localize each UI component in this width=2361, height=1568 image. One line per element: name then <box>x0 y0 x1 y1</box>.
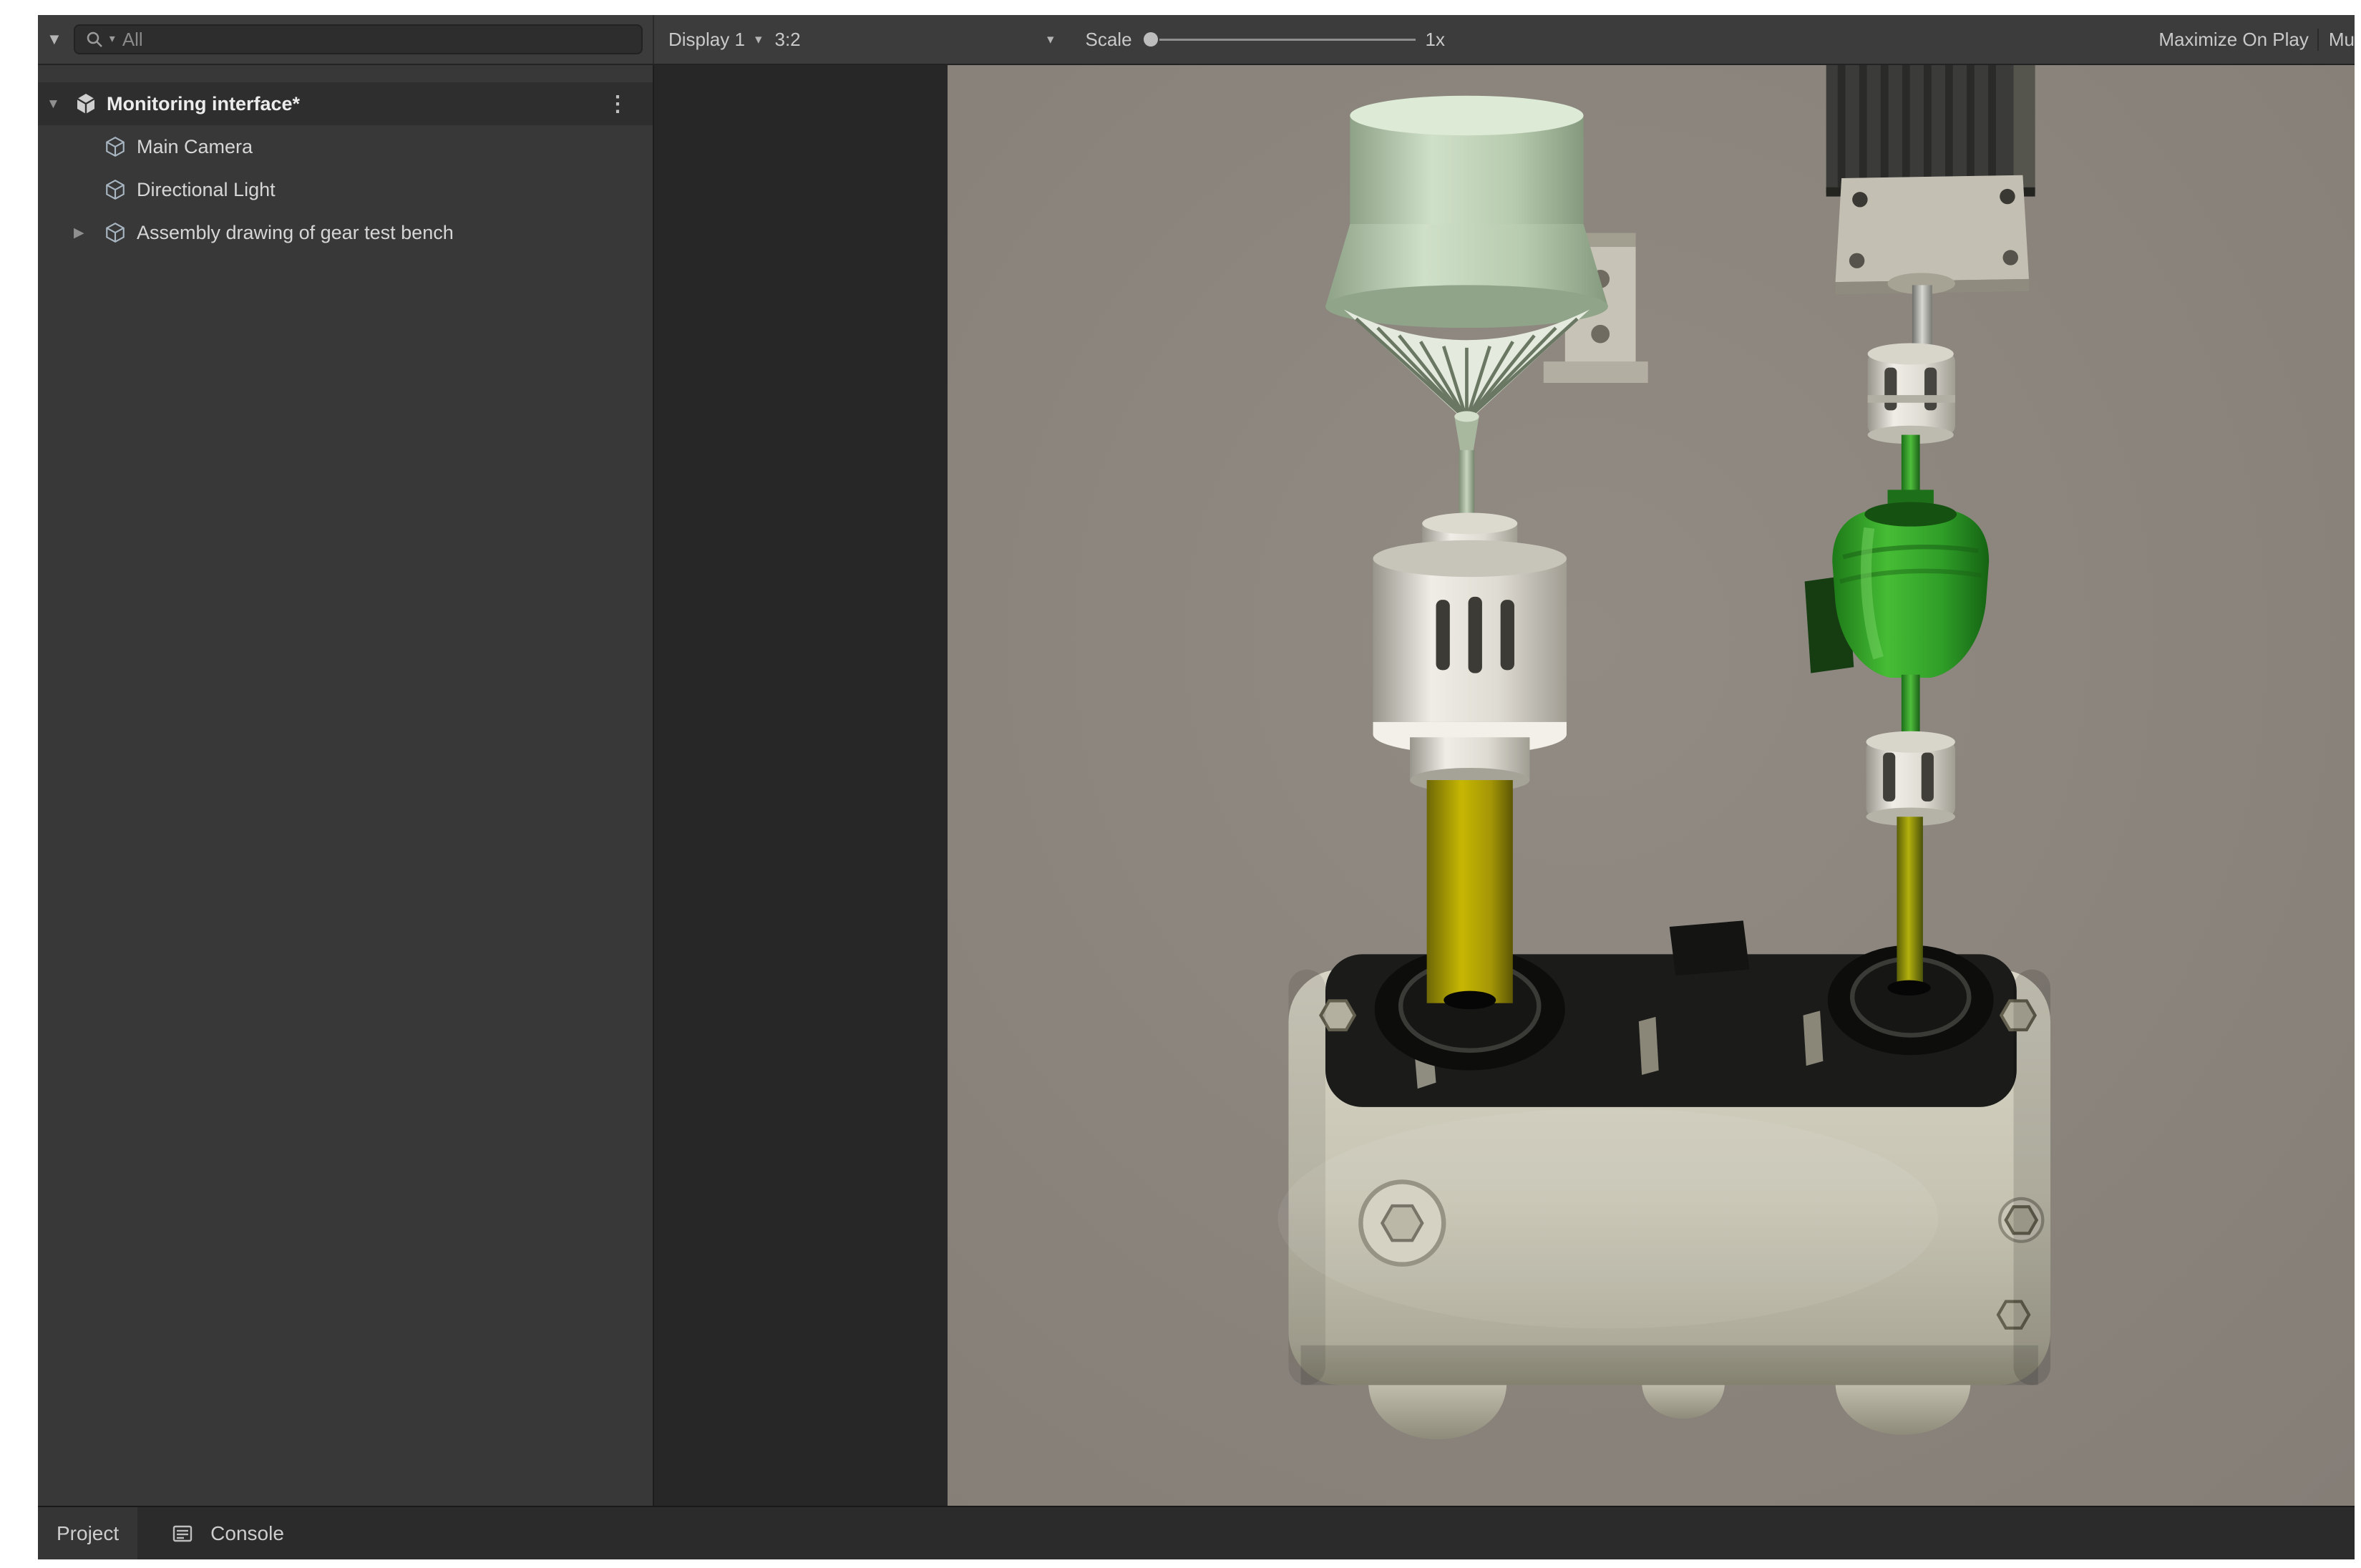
search-icon[interactable] <box>85 30 104 49</box>
main-area: ▼ Monitoring interface* ⋮ Mai <box>38 65 2355 1506</box>
hierarchy-item-label: Main Camera <box>137 136 253 158</box>
hierarchy-item-directional-light[interactable]: Directional Light <box>38 168 653 211</box>
aspect-ratio-dropdown[interactable]: 3:2 ▾ <box>774 29 1053 51</box>
tab-console-label: Console <box>210 1522 284 1545</box>
input-shaft-left <box>1427 780 1513 1009</box>
hierarchy-toolbar: ▼ ▾ <box>38 15 654 64</box>
scale-slider-knob[interactable] <box>1144 32 1158 47</box>
hierarchy-item-assembly[interactable]: ▶ Assembly drawing of gear test bench <box>38 211 653 254</box>
display-dropdown-label: Display 1 <box>668 29 745 51</box>
hierarchy-panel: ▼ Monitoring interface* ⋮ Mai <box>38 65 654 1506</box>
gearbox-housing <box>1277 920 2050 1439</box>
scale-slider-track[interactable] <box>1159 39 1416 41</box>
scale-label: Scale <box>1085 29 1131 51</box>
hierarchy-item-label: Assembly drawing of gear test bench <box>137 222 454 244</box>
display-dropdown[interactable]: Display 1 ▾ <box>668 29 761 51</box>
maximize-on-play-button[interactable]: Maximize On Play <box>2158 29 2309 51</box>
gameobject-cube-icon <box>104 135 127 158</box>
coupling-right-lower <box>1866 731 1954 826</box>
console-icon <box>172 1523 193 1544</box>
hierarchy-search-box[interactable]: ▾ <box>74 24 643 54</box>
scene-options-kebab-icon[interactable]: ⋮ <box>607 92 628 117</box>
aspect-ratio-label: 3:2 <box>774 29 800 51</box>
coupling-right-upper <box>1868 344 1955 444</box>
hierarchy-search-input[interactable] <box>121 28 631 52</box>
tab-project-label: Project <box>57 1522 119 1545</box>
gear-test-bench-render <box>948 65 2355 1506</box>
hierarchy-item-main-camera[interactable]: Main Camera <box>38 125 653 168</box>
game-view-letterbox <box>654 65 948 1506</box>
scale-value: 1x <box>1426 29 1445 51</box>
expand-triangle-icon[interactable]: ▶ <box>74 226 94 240</box>
gameobject-cube-icon <box>104 221 127 244</box>
tab-project[interactable]: Project <box>38 1507 137 1559</box>
scene-name: Monitoring interface* <box>107 93 300 115</box>
game-view-toolbar: Display 1 ▾ 3:2 ▾ Scale 1x Maximize On P… <box>654 15 2355 64</box>
unity-logo-icon <box>74 92 98 116</box>
game-view <box>654 65 2355 1506</box>
search-filter-chevron-icon[interactable]: ▾ <box>109 34 115 45</box>
hierarchy-menu-chevron-icon[interactable]: ▼ <box>47 30 62 49</box>
chevron-down-icon: ▾ <box>1047 31 1054 48</box>
chevron-down-icon: ▾ <box>755 31 762 48</box>
top-toolbar: ▼ ▾ Display 1 ▾ 3:2 ▾ Scale <box>38 15 2355 65</box>
scene-disclosure-triangle-icon[interactable]: ▼ <box>47 97 74 111</box>
scale-control: Scale 1x <box>1085 24 1445 54</box>
scene-header-row[interactable]: ▼ Monitoring interface* ⋮ <box>38 82 653 125</box>
tab-console[interactable]: Console <box>153 1507 303 1559</box>
hierarchy-item-label: Directional Light <box>137 179 276 201</box>
mute-audio-button-clipped[interactable]: Mu <box>2317 29 2355 51</box>
scale-slider[interactable] <box>1144 24 1416 54</box>
game-view-canvas[interactable] <box>948 65 2355 1506</box>
bottom-tab-bar: Project Console <box>38 1506 2355 1559</box>
unity-editor-window: ▼ ▾ Display 1 ▾ 3:2 ▾ Scale <box>38 15 2355 1559</box>
gameobject-cube-icon <box>104 178 127 201</box>
